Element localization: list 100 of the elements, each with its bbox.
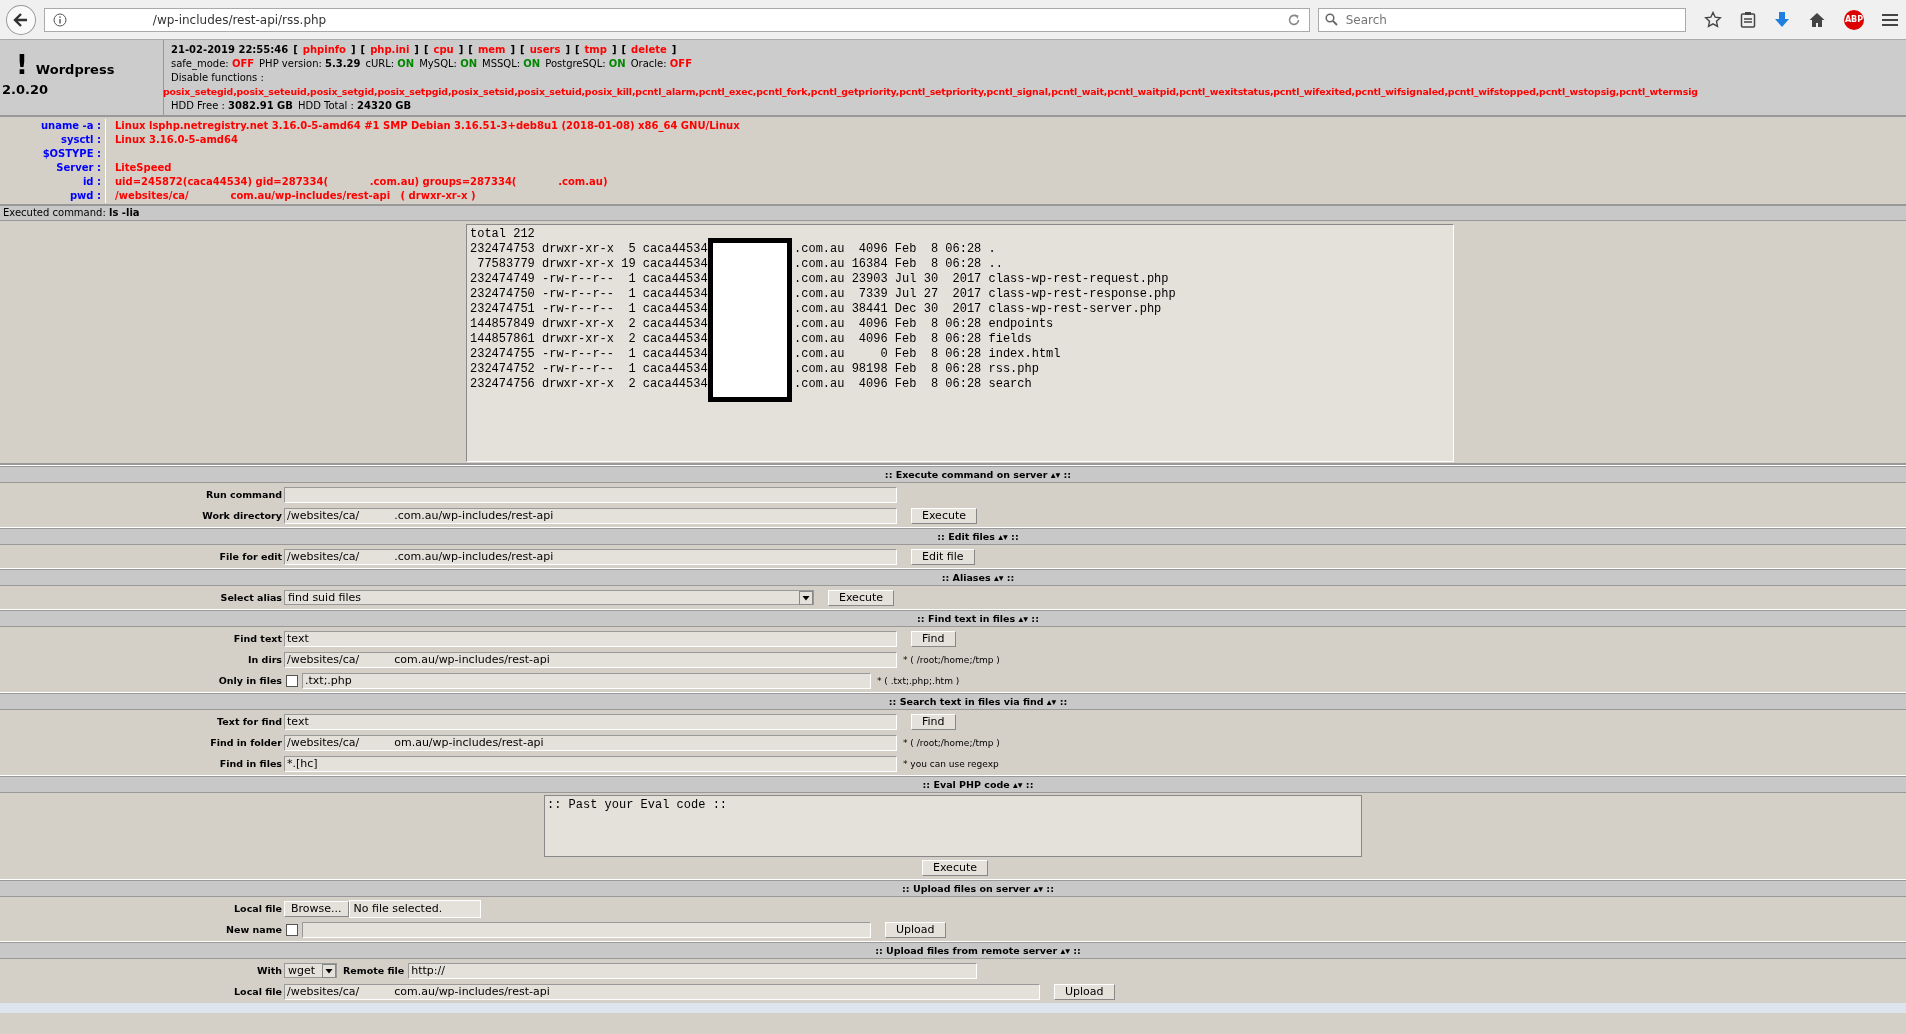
field-label: New name [225,924,282,935]
info-value: LiteSpeed [114,161,172,175]
menu-icon[interactable] [1882,12,1898,27]
adblock-button[interactable]: ABP [1844,9,1864,30]
text-field[interactable]: text [284,630,897,647]
back-button[interactable] [6,4,36,35]
status-item: MySQL: ON [419,57,477,71]
text-field[interactable]: /websites/ca/ com.au/wp-includes/rest-api [284,651,897,668]
version-text: 2.0.20 [2,82,49,97]
field-label: Select alias [219,592,282,603]
eval-code-field[interactable]: :: Past your Eval code :: [544,795,1362,857]
bracket: ] [510,43,516,57]
bracket: [ [468,43,473,57]
section-header[interactable]: :: Upload files on server ▴▾ :: [0,880,1906,897]
action-button[interactable]: Edit file [911,548,975,565]
checkbox[interactable] [286,674,298,687]
dropdown[interactable]: wget [284,963,337,978]
bracket: ] [414,43,419,57]
executed-command: Executed command: ls -lia [3,207,140,218]
dropdown[interactable]: find suid files [284,590,814,605]
search-field[interactable]: Search [1317,7,1686,32]
bracket: ] [351,43,356,57]
hint-text: * you can use regexp [903,758,999,769]
bracket: [ [423,43,429,57]
bracket: [ [520,43,525,57]
browse-button[interactable]: Browse... [284,900,349,917]
bracket: [ [575,43,580,57]
action-button[interactable]: Find [911,630,956,647]
status-item: Oracle: OFF [630,57,692,71]
hint-text: * ( .txt;.php;.htm ) [877,675,960,686]
field-label: Work directory [201,510,282,521]
info-value: Linux lsphp.netregistry.net 3.16.0-5-amd64 #1 SMP Debian 3.16.51-3+deb8u1 (2018-01-08) x86_64 GNU/Linux [114,119,740,133]
hint-text: * ( /root;/home;/tmp ) [903,737,1000,748]
field-label: Text for find [216,716,282,727]
field-label: Find text [232,633,282,644]
text-field[interactable]: .txt;.php [302,672,871,689]
text-field[interactable]: /websites/ca/ com.au/wp-includes/rest-api [284,983,1040,1000]
bracket: [ [621,43,627,57]
field-label: In dirs [247,654,282,665]
info-value: /websites/ca/ com.au/wp-includes/rest-api ( drwxr-xr-x ) [114,189,476,203]
reload-icon[interactable] [1286,12,1301,27]
info-label: pwd : [0,189,106,203]
info-value: uid=245872(caca44534) gid=287334( .com.au) groups=287334( .com.au) [114,175,608,189]
section-header[interactable]: :: Find text in files ▴▾ :: [0,610,1906,627]
section-header[interactable]: :: Upload files from remote server ▴▾ :: [0,942,1906,959]
section-header[interactable]: :: Search text in files via find ▴▾ :: [0,693,1906,710]
field-label: Run command [204,489,282,500]
text-field[interactable]: *.[hc] [284,755,897,772]
info-label: sysctl : [0,133,106,147]
status-item: cURL: ON [365,57,415,71]
field-label: Find in files [218,758,282,769]
status-item: safe_mode: OFF [171,57,255,71]
bracket: ] [671,43,677,57]
info-label: uname -a : [0,119,106,133]
info-label: Server : [0,161,106,175]
field-label: With [255,965,282,976]
section-header[interactable]: :: Edit files ▴▾ :: [0,528,1906,545]
field-label: Only in files [217,675,282,686]
status-item: MSSQL: ON [482,57,541,71]
disabled-functions-list: posix_setegid,posix_seteuid,posix_setgid,posix_setpgid,posix_setsid,posix_setuid,posix_kill,pcntl_alarm,pcntl_exec,pcntl_fork,pcntl_getpriority,pcntl_setpriority,pcntl_signal,pcntl_wait,pcntl_waitpid,pcntl_wexitstatus,pcntl_wifexited,pcntl_wifsignaled,pcntl_wifstopped,pcntl_wstopsig,pcntl_wtermsig [163,85,1906,99]
action-button[interactable]: Find [911,713,956,730]
text-field[interactable]: /websites/ca/ .com.au/wp-includes/rest-api [284,548,897,565]
field-label: Find in folder [209,737,282,748]
text-field[interactable]: http:// [408,962,978,979]
search-icon [1324,13,1338,26]
download-icon[interactable] [1774,10,1790,29]
action-button[interactable]: Upload [1054,983,1115,1000]
section-header[interactable]: :: Eval PHP code ▴▾ :: [0,776,1906,793]
checkbox[interactable] [286,923,298,936]
bracket: ] [611,43,617,57]
star-icon[interactable] [1704,10,1722,29]
clipboard-icon[interactable] [1740,10,1756,29]
home-icon[interactable] [1808,10,1826,29]
status-item: PostgreSQL: ON [545,57,626,71]
command-output: total 212 232474753 drwxr-xr-x 5 caca44534 .com.au 4096 Feb 8 06:28 . 77583779 drwxr-xr-x 19 caca44534 .com.au 16384 Feb 8 06:28 .. 232474749 -rw-r--r-- 1 caca44534 .com.au 23903 Jul 30 2017 class-wp-rest-request.php 232474750 -rw-r--r-- 1 caca44534 .com.au 7339 Jul 27 2017 class-wp-rest-response.php 232474751 -rw-r--r-- 1 caca44534 .com.au 38441 Dec 30 2017 class-wp-rest-server.php 144857849 drwxr-xr-x 2 caca44534 .com.au 4096 Feb 8 06:28 endpoints 144857861 drwxr-xr-x 2 caca44534 .com.au 4096 Feb 8 06:28 fields 232474755 -rw-r--r-- 1 caca44534 .com.au 0 Feb 8 06:28 index.html 232474752 -rw-r--r-- 1 caca44534 .com.au 98198 Feb 8 06:28 rss.php 232474756 drwxr-xr-x 2 caca44534 .com.au 4096 Feb 8 06:28 search [466,224,1454,462]
bracket: ] [458,43,464,57]
field-label: File for edit [218,551,282,562]
site-name: Wordpress [35,62,115,77]
text-field[interactable] [302,921,871,938]
action-button[interactable]: Upload [885,921,946,938]
text-field[interactable]: /websites/ca/ om.au/wp-includes/rest-api [284,734,897,751]
field-label: Local file [233,986,282,997]
info-value: Linux 3.16.0-5-amd64 [114,133,238,147]
bracket: [ [293,43,298,57]
section-header[interactable]: :: Execute command on server ▴▾ :: [0,466,1906,483]
execute-button[interactable]: Execute [922,860,988,876]
disk-info: HDD Free : 3082.91 GB [171,99,293,113]
info-icon[interactable] [52,12,67,27]
action-button[interactable]: Execute [911,507,977,524]
text-field[interactable] [284,486,897,503]
disk-info: HDD Total : 24320 GB [297,99,412,113]
action-button[interactable]: Execute [828,589,894,606]
info-label: id : [0,175,106,189]
text-field[interactable]: /websites/ca/ .com.au/wp-includes/rest-api [284,507,897,524]
bracket: ] [565,43,570,57]
address-bar[interactable]: /wp-includes/rest-api/rss.php [43,7,1310,32]
disable-functions-label: Disable functions : [171,71,264,85]
section-header[interactable]: :: Aliases ▴▾ :: [0,569,1906,586]
text-field[interactable]: text [284,713,897,730]
exclamation-mark: ! [16,50,28,80]
